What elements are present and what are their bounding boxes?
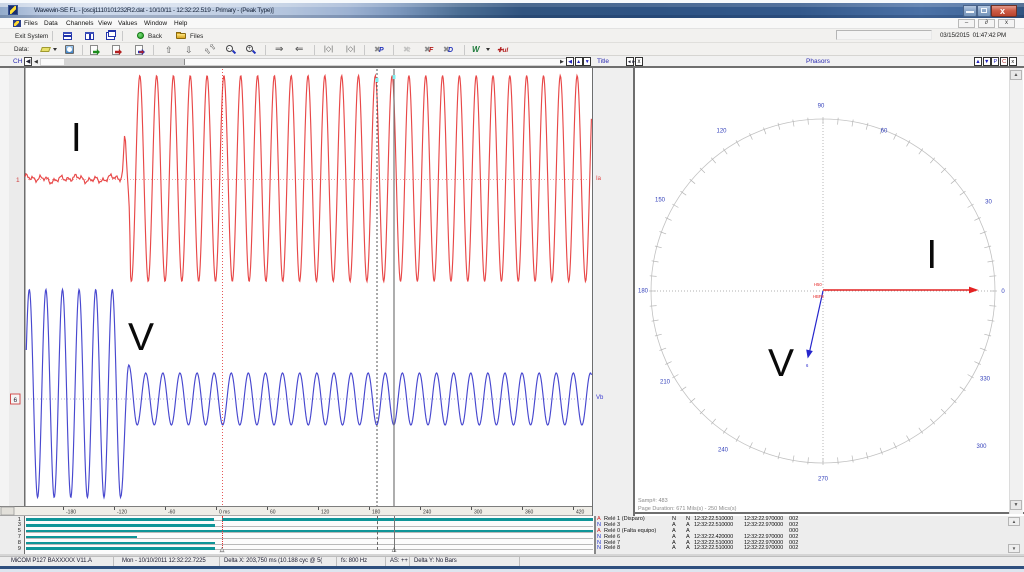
svg-text:1: 1 (16, 177, 20, 184)
svg-text:6: 6 (14, 397, 18, 404)
svg-text:HBF8: HBF8 (813, 294, 824, 299)
svg-text:180: 180 (638, 289, 649, 295)
svg-text:30: 30 (985, 200, 992, 206)
svg-text:-180: -180 (66, 510, 76, 516)
svg-text:330: 330 (980, 377, 991, 383)
svg-text:60: 60 (270, 510, 276, 516)
svg-text:-60: -60 (168, 510, 175, 516)
svg-text:270: 270 (818, 477, 829, 483)
svg-text:V: V (128, 316, 154, 359)
svg-text:210: 210 (660, 380, 671, 386)
svg-text:240: 240 (718, 448, 729, 454)
svg-text:-120: -120 (117, 510, 127, 516)
svg-text:300: 300 (474, 510, 483, 516)
svg-text:V: V (768, 342, 794, 385)
svg-text:Page Duration: 671 Mils(s) - 2: Page Duration: 671 Mils(s) - 250 Mics(s) (638, 506, 737, 512)
svg-text:H50: H50 (814, 282, 822, 287)
svg-text:180: 180 (372, 510, 381, 516)
svg-text:Samp#: 483: Samp#: 483 (638, 498, 668, 504)
svg-text:420: 420 (576, 510, 585, 516)
svg-text:360: 360 (525, 510, 534, 516)
svg-text:120: 120 (321, 510, 330, 516)
svg-text:0 ms: 0 ms (219, 510, 230, 516)
svg-text:240: 240 (423, 510, 432, 516)
svg-text:60: 60 (881, 129, 888, 135)
svg-text:120: 120 (716, 129, 727, 135)
svg-text:90: 90 (818, 104, 825, 110)
svg-text:300: 300 (976, 444, 987, 450)
svg-text:150: 150 (655, 198, 666, 204)
